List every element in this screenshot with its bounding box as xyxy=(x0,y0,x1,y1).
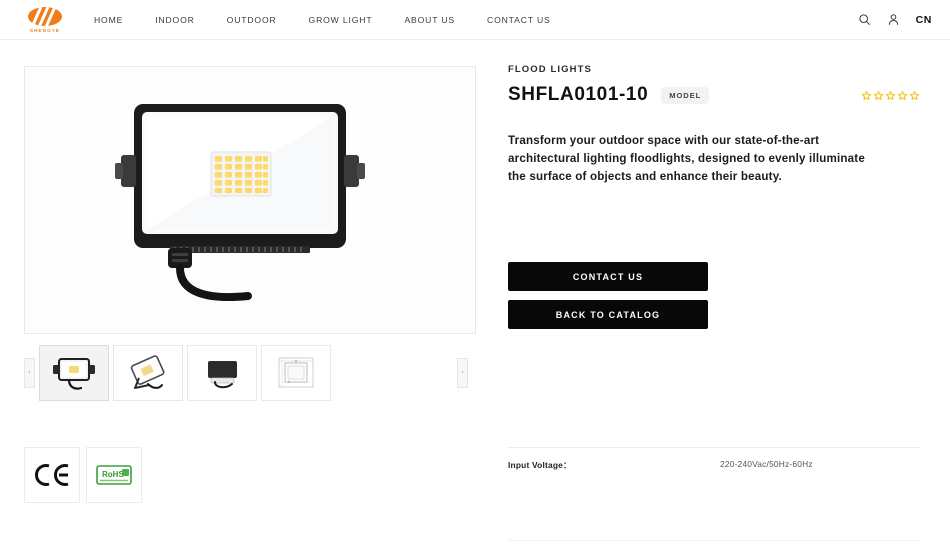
thumbnail-angled-icon xyxy=(130,355,165,389)
thumbnail-front-icon xyxy=(53,358,95,390)
thumbnail-1[interactable] xyxy=(39,345,109,401)
star-icon-1[interactable] xyxy=(861,90,872,101)
footer-divider xyxy=(508,540,920,541)
nav-item-indoor[interactable]: INDOOR xyxy=(139,15,210,25)
product-category: FLOOD LIGHTS xyxy=(508,64,592,75)
product-title-row: SHFLA0101-10 MODEL xyxy=(508,84,920,106)
nav-item-grow-light[interactable]: GROW LIGHT xyxy=(293,15,389,25)
svg-text:RoHS: RoHS xyxy=(102,470,124,479)
nav-item-contact-us[interactable]: CONTACT US xyxy=(471,15,567,25)
nav-item-home[interactable]: HOME xyxy=(94,15,139,25)
user-icon[interactable] xyxy=(887,13,900,26)
header-actions: CN xyxy=(858,13,932,26)
rohs-mark-icon: RoHS xyxy=(96,465,132,485)
thumbnail-4[interactable] xyxy=(261,345,331,401)
thumbnail-dimension-drawing-icon xyxy=(278,357,314,388)
spec-value: 220-240Vac/50Hz-60Hz xyxy=(720,459,813,469)
thumbnail-back-icon xyxy=(208,361,237,389)
logo-wordmark: SHENGYE xyxy=(29,27,61,33)
thumbnail-next-button[interactable]: › xyxy=(457,358,468,388)
search-icon[interactable] xyxy=(858,13,871,26)
page-title: SHFLA0101-10 xyxy=(508,84,649,105)
nav-item-outdoor[interactable]: OUTDOOR xyxy=(211,15,293,25)
site-header: SHENGYE HOME INDOOR OUTDOOR GROW LIGHT A… xyxy=(0,0,950,40)
thumbnail-2[interactable] xyxy=(113,345,183,401)
star-icon-2[interactable] xyxy=(873,90,884,101)
contact-us-button[interactable]: CONTACT US xyxy=(508,262,708,291)
rating-stars[interactable] xyxy=(861,90,920,101)
thumbnail-prev-button[interactable]: ‹ xyxy=(24,358,35,388)
certification-badges: RoHS xyxy=(24,447,476,503)
thumbnail-carousel: ‹ › xyxy=(24,345,476,401)
back-to-catalog-button[interactable]: BACK TO CATALOG xyxy=(508,300,708,329)
star-icon-4[interactable] xyxy=(897,90,908,101)
thumbnail-strip xyxy=(39,345,331,401)
star-icon-5[interactable] xyxy=(909,90,920,101)
certification-rohs: RoHS xyxy=(86,447,142,503)
certification-ce xyxy=(24,447,80,503)
site-logo[interactable]: SHENGYE xyxy=(22,6,68,33)
thumbnail-3[interactable] xyxy=(187,345,257,401)
ce-mark-icon xyxy=(35,464,69,486)
spec-label: Input Voltage： xyxy=(508,460,572,470)
main-navigation: HOME INDOOR OUTDOOR GROW LIGHT ABOUT US … xyxy=(94,15,567,25)
product-page: ‹ › RoHS FLOOD LIGHTS SHFLA0101-10 MODEL… xyxy=(0,40,950,503)
star-icon-3[interactable] xyxy=(885,90,896,101)
shengye-logo-icon xyxy=(28,6,62,26)
product-description: Transform your outdoor space with our st… xyxy=(508,134,865,183)
floodlight-illustration xyxy=(115,103,365,301)
spec-row-input-voltage: Input Voltage： 220-240Vac/50Hz-60Hz xyxy=(508,448,920,471)
nav-item-about-us[interactable]: ABOUT US xyxy=(388,15,471,25)
main-product-image[interactable] xyxy=(24,66,476,334)
product-gallery: ‹ › RoHS xyxy=(0,40,500,503)
language-switcher[interactable]: CN xyxy=(916,14,932,26)
product-details: FLOOD LIGHTS SHFLA0101-10 MODEL Transfor… xyxy=(500,40,950,503)
model-badge: MODEL xyxy=(661,86,710,104)
